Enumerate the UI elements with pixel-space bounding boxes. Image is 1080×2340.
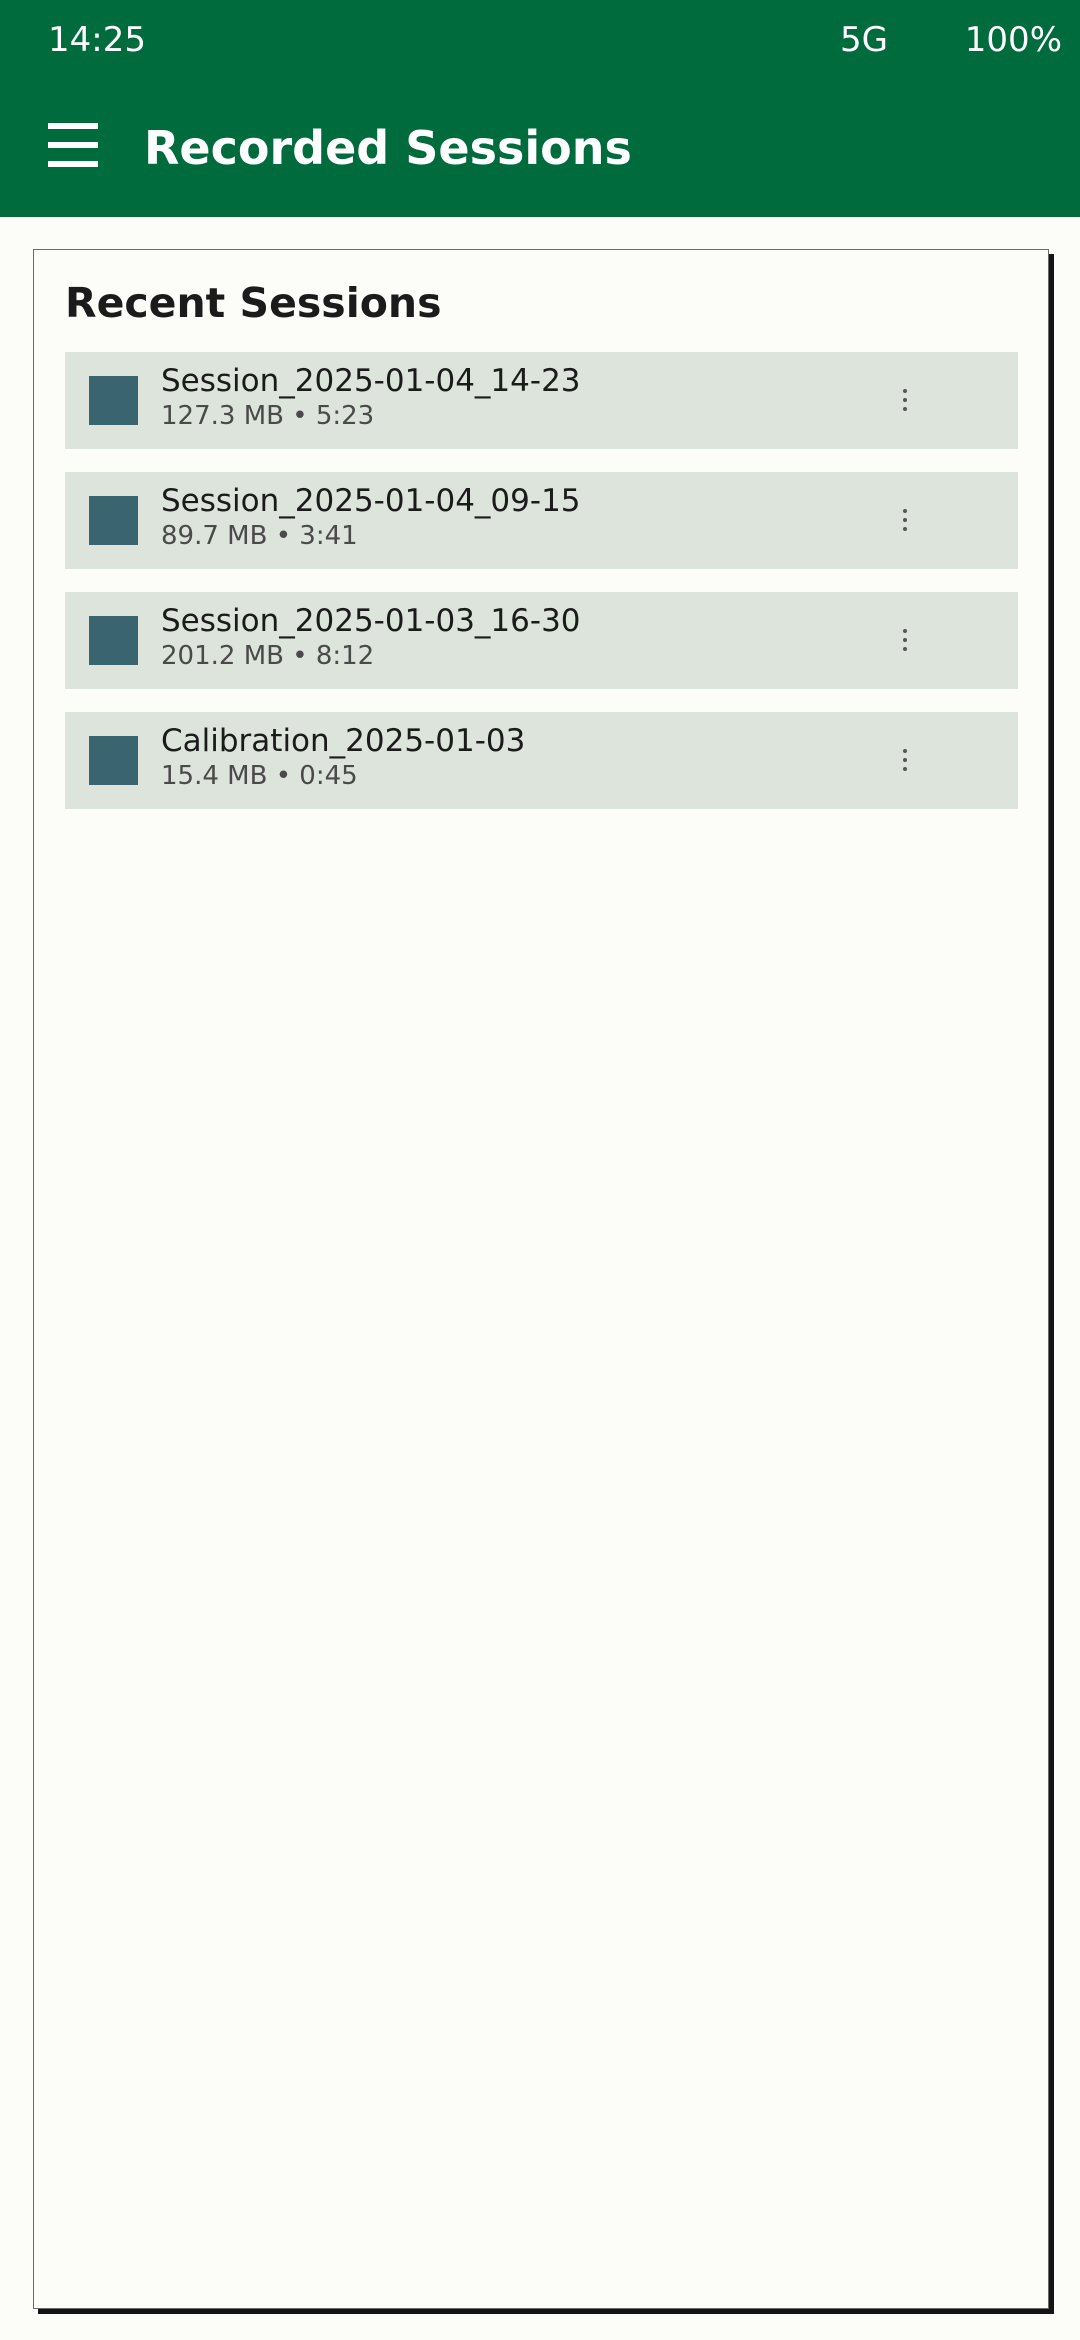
card-title: Recent Sessions xyxy=(65,279,442,327)
app-bar: 14:25 5G 100% Recorded Sessions xyxy=(0,0,1080,217)
session-thumbnail-icon xyxy=(89,496,138,545)
session-meta: 201.2 MB • 8:12 xyxy=(161,641,375,671)
session-name: Session_2025-01-04_14-23 xyxy=(161,363,581,399)
session-thumbnail-icon xyxy=(89,376,138,425)
more-options-icon[interactable] xyxy=(885,498,925,542)
session-name: Session_2025-01-03_16-30 xyxy=(161,603,581,639)
more-options-icon[interactable] xyxy=(885,378,925,422)
page-title: Recorded Sessions xyxy=(144,121,632,175)
recent-sessions-card: Recent Sessions Session_2025-01-04_14-23… xyxy=(33,249,1049,2309)
session-thumbnail-icon xyxy=(89,736,138,785)
more-options-icon[interactable] xyxy=(885,738,925,782)
session-meta: 15.4 MB • 0:45 xyxy=(161,761,358,791)
session-item[interactable]: Calibration_2025-01-03 15.4 MB • 0:45 xyxy=(65,712,1018,809)
session-item[interactable]: Session_2025-01-04_09-15 89.7 MB • 3:41 xyxy=(65,472,1018,569)
status-time: 14:25 xyxy=(48,20,146,60)
status-network: 5G xyxy=(840,20,888,60)
status-battery: 100% xyxy=(964,20,1062,60)
hamburger-menu-icon[interactable] xyxy=(48,123,98,167)
session-item[interactable]: Session_2025-01-04_14-23 127.3 MB • 5:23 xyxy=(65,352,1018,449)
session-name: Calibration_2025-01-03 xyxy=(161,723,526,759)
session-name: Session_2025-01-04_09-15 xyxy=(161,483,581,519)
session-thumbnail-icon xyxy=(89,616,138,665)
more-options-icon[interactable] xyxy=(885,618,925,662)
session-meta: 127.3 MB • 5:23 xyxy=(161,401,375,431)
session-meta: 89.7 MB • 3:41 xyxy=(161,521,358,551)
session-list: Session_2025-01-04_14-23 127.3 MB • 5:23… xyxy=(65,352,1018,832)
session-item[interactable]: Session_2025-01-03_16-30 201.2 MB • 8:12 xyxy=(65,592,1018,689)
